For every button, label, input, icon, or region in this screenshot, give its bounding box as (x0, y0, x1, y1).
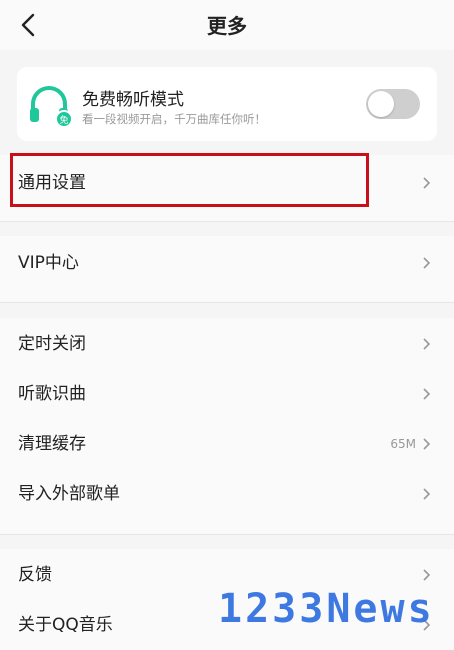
chevron-right-icon (423, 257, 431, 269)
menu-item-label: 定时关闭 (18, 334, 86, 354)
section-divider (0, 534, 454, 535)
menu-item-vip-center[interactable]: VIP中心 (0, 238, 454, 288)
chevron-right-icon (423, 338, 431, 350)
top-bar: 更多 (0, 0, 454, 50)
free-mode-subtitle: 看一段视频开启，千万曲库任你听！ (82, 112, 266, 126)
highlight-annotation-box (10, 153, 369, 207)
chevron-right-icon (423, 488, 431, 500)
menu-item-import-playlist[interactable]: 导入外部歌单 (0, 469, 454, 519)
free-listening-card[interactable]: 免 免费畅听模式 看一段视频开启，千万曲库任你听！ (17, 67, 437, 141)
headphones-icon: 免 (30, 86, 73, 128)
free-badge-text: 免 (59, 114, 68, 126)
section-vip: VIP中心 (0, 236, 454, 302)
menu-item-label: 导入外部歌单 (18, 484, 120, 504)
page-title: 更多 (207, 14, 247, 38)
menu-item-label: 清理缓存 (18, 434, 86, 454)
toggle-knob (368, 91, 394, 117)
section-tools: 定时关闭 听歌识曲 清理缓存 65M 导入外部歌单 (0, 318, 454, 534)
menu-item-label: VIP中心 (18, 253, 79, 273)
free-mode-toggle[interactable] (366, 89, 420, 119)
chevron-right-icon (423, 388, 431, 400)
section-divider (0, 302, 454, 303)
cache-size-value: 65M (390, 437, 416, 451)
menu-item-label: 听歌识曲 (18, 384, 86, 404)
menu-item-song-recognition[interactable]: 听歌识曲 (0, 369, 454, 419)
chevron-right-icon (423, 177, 431, 189)
menu-item-clear-cache[interactable]: 清理缓存 65M (0, 419, 454, 469)
menu-item-label: 关于QQ音乐 (18, 615, 113, 635)
chevron-right-icon (423, 569, 431, 581)
menu-item-label: 反馈 (18, 565, 52, 585)
chevron-right-icon (423, 438, 431, 450)
menu-item-sleep-timer[interactable]: 定时关闭 (0, 319, 454, 369)
section-divider (0, 221, 454, 222)
free-mode-title: 免费畅听模式 (82, 90, 184, 110)
watermark: 1233News (218, 586, 435, 632)
